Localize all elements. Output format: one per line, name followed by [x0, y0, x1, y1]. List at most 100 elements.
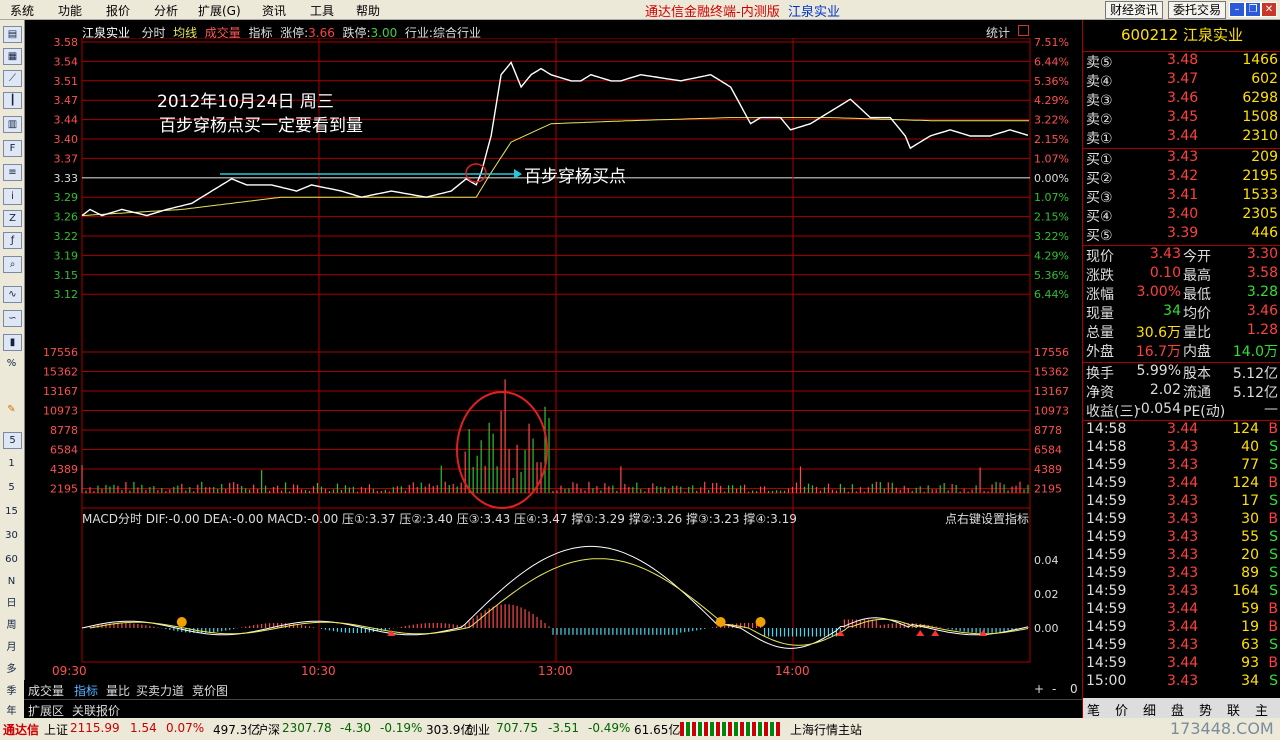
menu-quote[interactable]: 报价	[106, 2, 130, 19]
tick-row: 14:59 3.43 89 S	[1083, 565, 1280, 584]
tab-volume[interactable]: 成交量	[28, 682, 64, 699]
pct-tick-label: 5.36%	[1034, 75, 1069, 88]
side-tab[interactable]: 细	[1143, 700, 1156, 719]
menu-analysis[interactable]: 分析	[154, 2, 178, 19]
menu-system[interactable]: 系统	[10, 2, 34, 19]
finance-news-button[interactable]: 财经资讯	[1105, 1, 1164, 19]
stat-label: 外盘	[1086, 344, 1114, 360]
stat-label: PE(动)	[1183, 404, 1226, 420]
server-station[interactable]: 上海行情主站	[790, 721, 862, 738]
quote-header: 600212 江泉实业	[1120, 26, 1244, 44]
wave-icon[interactable]: ∿	[3, 286, 22, 303]
wave2-icon[interactable]: ∽	[3, 310, 22, 327]
menu-function[interactable]: 功能	[58, 2, 82, 19]
tab-power[interactable]: 买卖力道	[136, 682, 184, 699]
side-tab[interactable]: 价	[1115, 700, 1128, 719]
order-volume: 1466	[1242, 52, 1278, 68]
tick-row: 14:59 3.43 164 S	[1083, 583, 1280, 602]
brand-logo: 通达信	[3, 723, 40, 737]
stat-value: 5.12亿	[1232, 366, 1278, 382]
side-tab[interactable]: 联	[1227, 700, 1240, 719]
line-chart-icon[interactable]: ⟋	[3, 70, 22, 87]
indicator-tabs: 成交量 指标 量比 买卖力道 竞价图 + - 0	[24, 680, 1082, 699]
grid-icon[interactable]: ▦	[3, 48, 22, 65]
restore-icon[interactable]: ❐	[1245, 2, 1261, 17]
kline-icon[interactable]: ┃	[3, 92, 22, 109]
macd-setting-hint[interactable]: 点右键设置指标	[945, 510, 1029, 527]
report-icon[interactable]: ▥	[3, 116, 22, 133]
tick-row: 14:58 3.44 124 B	[1083, 421, 1280, 440]
quote-list-icon[interactable]: ▤	[3, 26, 22, 43]
macd-dea-line	[89, 558, 1029, 646]
tick-volume: 63	[1241, 637, 1259, 653]
percent-icon[interactable]: %	[3, 356, 20, 371]
period-month[interactable]: 月	[3, 640, 20, 655]
period-1[interactable]: 1	[3, 456, 20, 471]
stat-value: 14.0万	[1232, 344, 1278, 360]
tab-volratio[interactable]: 量比	[106, 682, 130, 699]
info-icon[interactable]: i	[3, 188, 22, 205]
tick-time: 14:59	[1086, 583, 1127, 599]
stat-value: 34	[1163, 303, 1181, 319]
expand-icon[interactable]	[1018, 25, 1029, 36]
tick-side: S	[1269, 439, 1278, 455]
period-5[interactable]: 5	[3, 480, 20, 495]
period-day[interactable]: 日	[3, 596, 20, 611]
side-tab[interactable]: 主	[1255, 700, 1268, 719]
period-15[interactable]: 15	[3, 504, 20, 519]
search-icon[interactable]: ⌕	[3, 256, 22, 273]
cy-index-change: -3.51	[548, 721, 580, 735]
cy-index-pct: -0.49%	[588, 721, 631, 735]
fx-icon[interactable]: ƒ	[3, 232, 22, 249]
stat-label: 内盘	[1183, 344, 1211, 360]
zoom-in-button[interactable]: +	[1034, 682, 1044, 696]
period-quarter[interactable]: 季	[3, 684, 20, 699]
pencil-icon[interactable]: ✎	[3, 402, 20, 417]
tick-price: 3.44	[1167, 655, 1199, 671]
tab-extend[interactable]: 扩展区	[28, 702, 64, 719]
zoom-reset-button[interactable]: 0	[1070, 682, 1078, 696]
side-tab[interactable]: 盘	[1171, 700, 1184, 719]
period-week[interactable]: 周	[3, 618, 20, 633]
stat-row: 净资 2.02 流通 5.12亿	[1083, 382, 1280, 401]
f5-icon[interactable]: 5	[3, 432, 22, 449]
tick-row: 15:00 3.43 34 S	[1083, 673, 1280, 692]
period-60[interactable]: 60	[3, 552, 20, 567]
stat-label: 均价	[1183, 306, 1211, 322]
hs-index-change: -4.30	[340, 721, 372, 735]
menu-extend[interactable]: 扩展(G)	[198, 2, 241, 19]
news-icon[interactable]: ≡	[3, 164, 22, 181]
tab-indicator[interactable]: 指标	[74, 682, 98, 699]
tick-volume: 77	[1241, 457, 1259, 473]
price-tick-label: 3.58	[54, 38, 79, 49]
menu-tools[interactable]: 工具	[310, 2, 334, 19]
period-n[interactable]: N	[3, 574, 20, 589]
pct-tick-label: 2.15%	[1034, 211, 1069, 224]
menu-help[interactable]: 帮助	[356, 2, 380, 19]
tick-row: 14:59 3.43 20 S	[1083, 547, 1280, 566]
vol-tick-label-right: 2195	[1034, 483, 1062, 496]
golden-cross-icon	[755, 617, 766, 627]
zoom-out-button[interactable]: -	[1052, 682, 1056, 696]
stat-label: 最高	[1183, 268, 1211, 284]
tick-price: 3.43	[1167, 583, 1199, 599]
period-30[interactable]: 30	[3, 528, 20, 543]
period-multi[interactable]: 多	[3, 662, 20, 677]
fiz-icon[interactable]: Z	[3, 210, 22, 227]
trade-button[interactable]: 委托交易	[1168, 1, 1227, 19]
side-tab[interactable]: 势	[1199, 700, 1212, 719]
minimize-icon[interactable]: –	[1229, 2, 1245, 17]
bars-icon[interactable]: ▮	[3, 334, 22, 351]
tab-auction[interactable]: 竞价图	[192, 682, 228, 699]
buy-row: 买③ 3.41 1533	[1083, 187, 1280, 206]
tab-related[interactable]: 关联报价	[72, 702, 120, 719]
side-tab[interactable]: 笔	[1087, 700, 1100, 719]
macd-dif-line	[81, 545, 1029, 649]
order-level-label: 卖②	[1086, 112, 1113, 128]
close-icon[interactable]: ✕	[1261, 2, 1277, 17]
menu-news[interactable]: 资讯	[262, 2, 286, 19]
period-year[interactable]: 年	[3, 704, 20, 719]
stat-label: 最低	[1183, 287, 1211, 303]
tick-row: 14:59 3.44 19 B	[1083, 619, 1280, 638]
f10-icon[interactable]: F	[3, 140, 22, 157]
